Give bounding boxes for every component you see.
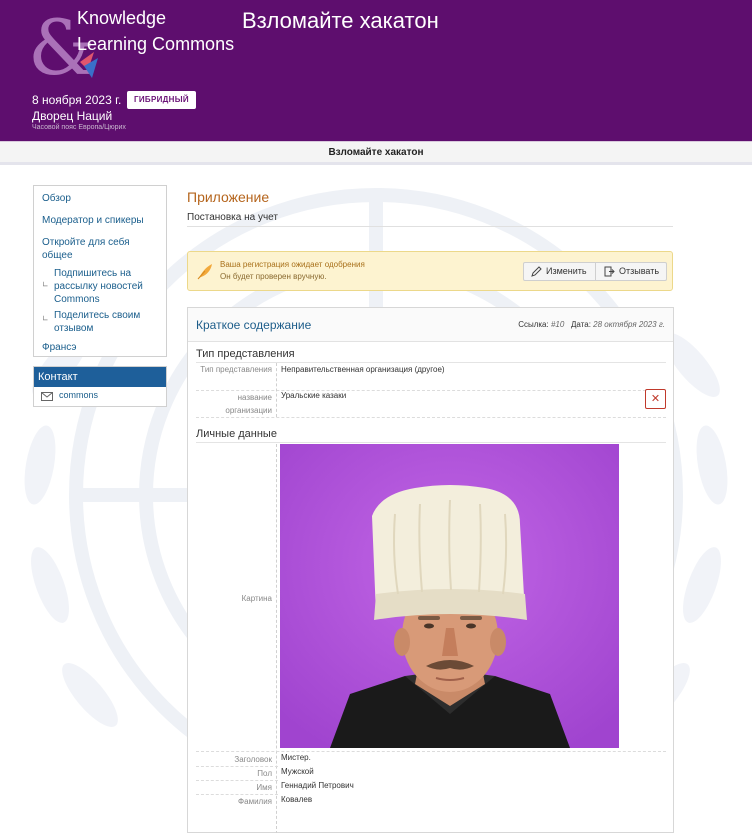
summary-card-header: Краткое содержание Ссылка: #10 Дата: 28 … — [188, 308, 673, 342]
event-subnav[interactable]: Взломайте хакатон — [0, 141, 752, 165]
withdraw-icon — [604, 266, 615, 277]
date-label: Дата: — [571, 320, 591, 329]
edit-button[interactable]: Изменить — [524, 263, 596, 280]
bullet-icon: ∟ — [42, 314, 49, 323]
ref-value: #10 — [550, 320, 565, 329]
alert-title: Ваша регистрация ожидает одобрения — [220, 260, 365, 269]
sidebar-nav: Обзор Модератор и спикеры Откройте для с… — [33, 185, 167, 357]
column-divider — [276, 444, 277, 833]
field-label-gender: Пол — [257, 769, 272, 778]
sidebar-item-newsletter[interactable]: Подпишитесь на рассылку новостей Commons — [54, 267, 164, 306]
field-value-first-name: Геннадий Петрович — [281, 781, 354, 790]
contact-email-link[interactable]: commons — [59, 390, 98, 400]
event-timezone: Часовой пояс Европа/Цюрих — [32, 124, 126, 131]
pending-approval-alert: Ваша регистрация ожидает одобрения Он бу… — [187, 251, 673, 291]
field-value-type: Неправительственная организация (другое) — [281, 365, 445, 374]
summary-title: Краткое содержание — [196, 318, 312, 332]
field-value-last-name: Ковалев — [281, 795, 313, 804]
feather-icon — [197, 264, 212, 280]
field-label-org: название организации — [225, 393, 272, 415]
heading-divider — [187, 226, 673, 227]
sidebar-item-discover[interactable]: Откройте для себя общее — [42, 236, 160, 262]
sidebar-item-french[interactable]: Франсэ — [42, 341, 76, 354]
summary-meta: Ссылка: #10 Дата: 28 октября 2023 г. — [518, 320, 665, 329]
bullet-icon: ∟ — [42, 280, 49, 289]
mail-icon — [41, 392, 53, 401]
event-venue: Дворец Наций — [32, 109, 113, 123]
sidebar-item-overview[interactable]: Обзор — [42, 192, 71, 205]
ref-label: Ссылка: — [518, 320, 549, 329]
field-value-org: Уральские казаки — [281, 391, 347, 400]
event-title: Взломайте хакатон — [242, 8, 439, 33]
event-format-badge: ГИБРИДНЫЙ — [127, 91, 196, 109]
withdraw-button-label[interactable]: Отзывать — [619, 266, 659, 276]
page-title: Приложение — [187, 189, 270, 205]
section-title-submission-type: Тип представления — [196, 348, 295, 360]
field-value-gender: Мужской — [281, 767, 314, 776]
field-label-last-name: Фамилия — [238, 797, 272, 806]
column-divider — [276, 363, 277, 417]
date-value: 28 октября 2023 г. — [593, 320, 665, 329]
profile-photo — [280, 444, 619, 748]
page-subtitle: Постановка на учет — [187, 212, 278, 223]
row-divider — [196, 417, 666, 418]
event-date: 8 ноября 2023 г. — [32, 93, 122, 107]
portrait-image — [280, 444, 619, 748]
section-title-personal-data: Личные данные — [196, 428, 277, 440]
pencil-icon — [531, 266, 542, 277]
field-value-title: Мистер. — [281, 753, 311, 762]
contact-title: Контакт — [34, 367, 166, 387]
field-label-title: Заголовок — [234, 755, 272, 764]
alert-text: Он будет проверен вручную. — [220, 272, 327, 281]
subnav-title[interactable]: Взломайте хакатон — [328, 147, 423, 158]
section-divider — [196, 442, 666, 443]
sidebar-item-moderators[interactable]: Модератор и спикеры — [42, 214, 144, 227]
registration-actions: Изменить Отзывать — [523, 262, 667, 281]
sidebar-item-feedback[interactable]: Поделитесь своим отзывом — [54, 309, 164, 335]
logo-text-knowledge: Knowledge — [77, 8, 167, 28]
summary-card: Краткое содержание Ссылка: #10 Дата: 28 … — [187, 307, 674, 833]
field-label-photo: Картина — [241, 594, 272, 603]
field-label-first-name: Имя — [256, 783, 272, 792]
remove-button[interactable]: ✕ — [645, 389, 666, 409]
contact-box: Контакт commons — [33, 366, 167, 407]
event-header: & Knowledge Learning Commons Взломайте х… — [0, 0, 752, 141]
withdraw-button[interactable]: Отзывать — [597, 263, 667, 280]
logo-text-learning-commons: Learning Commons — [77, 34, 235, 54]
edit-button-label[interactable]: Изменить — [546, 266, 587, 276]
field-label-type: Тип представления — [200, 365, 272, 374]
